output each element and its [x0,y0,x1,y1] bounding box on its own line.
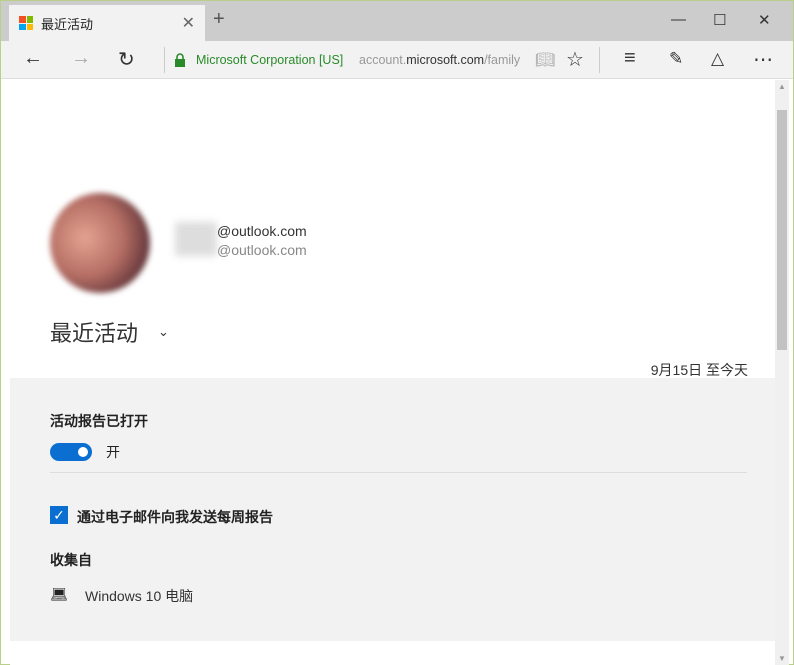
share-icon[interactable]: △ [711,49,724,69]
forward-button[interactable]: → [71,47,91,70]
divider [599,47,600,73]
chevron-down-icon[interactable]: ⌄ [158,324,169,340]
microsoft-logo-icon [19,16,33,30]
minimize-button[interactable]: — [671,11,686,28]
email-report-checkbox[interactable]: ✓ [50,506,68,524]
scrollbar-thumb[interactable] [777,110,787,350]
tab-title: 最近活动 [41,16,94,32]
lock-icon [175,53,185,67]
page-content: @outlook.com @outlook.com 最近活动 ⌄ 9月15日 至… [10,80,775,665]
secondary-email: @outlook.com [217,242,307,258]
close-window-button[interactable]: ✕ [758,11,771,29]
reading-view-icon[interactable]: 📖︎ [535,50,555,70]
toggle-state: 开 [106,444,120,460]
email-report-label[interactable]: 通过电子邮件向我发送每周报告 [77,507,273,527]
url-path: /family [484,53,521,67]
laptop-icon: 💻︎ [50,586,68,602]
divider [50,472,747,473]
back-button[interactable]: ← [23,47,43,70]
favorite-star-icon[interactable]: ☆ [566,47,584,72]
title-bar: 最近活动 ✕ + — ☐ ✕ [1,1,793,41]
primary-email: @outlook.com [217,223,307,239]
scrollbar[interactable]: ▲ ▼ [775,80,789,665]
site-identity[interactable]: Microsoft Corporation [US] [196,53,343,67]
collected-label: 收集自 [50,552,92,568]
scroll-up-icon[interactable]: ▲ [778,82,786,91]
maximize-button[interactable]: ☐ [713,11,726,29]
avatar [50,193,150,293]
close-tab-icon[interactable]: ✕ [182,13,195,33]
scroll-down-icon[interactable]: ▼ [778,654,786,663]
report-label: 活动报告已打开 [50,413,148,429]
activity-report-toggle[interactable] [50,443,92,461]
date-range[interactable]: 9月15日 至今天 [651,360,748,380]
new-tab-button[interactable]: + [213,8,225,31]
divider [164,47,165,73]
refresh-button[interactable]: ↻ [118,47,135,72]
tab-active[interactable]: 最近活动 ✕ [9,5,205,41]
blurred-name [175,222,217,256]
address-bar[interactable]: account.microsoft.com/family [359,53,520,67]
device-name: Windows 10 电脑 [85,588,194,604]
nav-bar: ← → ↻ Microsoft Corporation [US] account… [1,41,793,79]
url-prefix: account. [359,53,407,67]
settings-panel: 活动报告已打开 开 ✓ 通过电子邮件向我发送每周报告 收集自 💻︎ Window… [10,378,775,641]
browser-window: 最近活动 ✕ + — ☐ ✕ ← → ↻ Microsoft Corporati… [0,0,794,665]
web-note-icon[interactable]: ✎ [669,49,683,69]
hub-icon[interactable]: ≡ [624,47,636,70]
url-domain: microsoft.com [406,53,485,67]
more-icon[interactable]: ⋯ [753,47,773,72]
page-title[interactable]: 最近活动 [50,316,138,348]
